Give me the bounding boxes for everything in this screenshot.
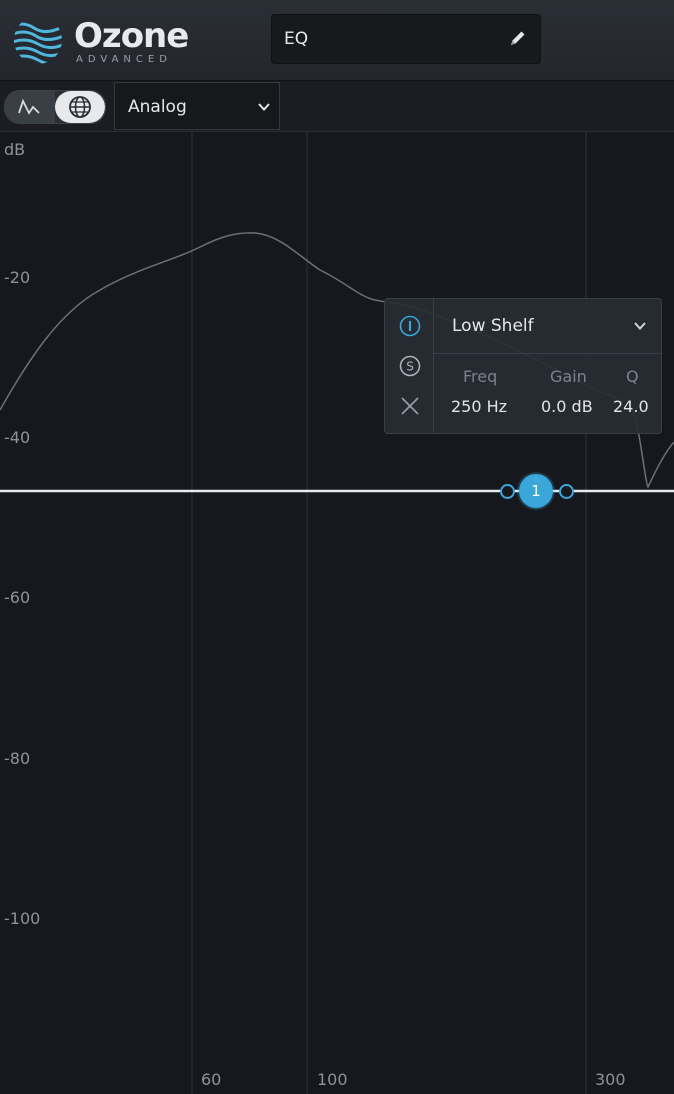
eq-band-node[interactable]: 1 [519,474,553,508]
view-mode-toggle[interactable] [4,90,106,124]
module-name-text: EQ [284,29,309,49]
eq-mode-value: Analog [128,97,187,117]
curve-icon [18,98,40,115]
gain-param-label: Gain [550,367,587,386]
freq-label: 60 [201,1070,222,1089]
globe-icon [69,96,91,118]
db-unit-label: dB [4,140,26,159]
eq-graph-canvas [0,132,674,1094]
db-label: -80 [4,749,31,768]
eq-mode-select[interactable]: Analog [114,82,280,130]
power-icon[interactable] [399,315,421,337]
ozone-logo: Ozone ADVANCED [12,12,189,68]
header-bar: Ozone ADVANCED EQ [0,0,674,81]
q-param-value[interactable]: 24.0 [613,397,649,416]
freq-param-value[interactable]: 250 Hz [451,397,507,416]
band-type-value: Low Shelf [452,316,534,336]
band-type-select[interactable]: Low Shelf [434,299,661,354]
close-icon[interactable] [399,395,421,417]
globe-view-button[interactable] [55,91,105,123]
band-left-handle[interactable] [500,484,515,499]
ozone-logo-icon [14,22,62,64]
module-name-field[interactable]: EQ [271,14,541,64]
freq-param-label: Freq [463,367,498,386]
db-label: -100 [4,909,41,928]
chevron-down-icon [634,322,646,330]
db-label: -60 [4,588,31,607]
app-edition: ADVANCED [76,54,172,65]
band-right-handle[interactable] [559,484,574,499]
eq-graph[interactable]: dB -20 -40 -60 -80 -100 60 100 300 [0,132,674,1094]
pencil-icon[interactable] [508,28,528,48]
solo-icon[interactable]: S [399,355,421,377]
band-popup-controls: S [385,299,434,433]
app-name: Ozone [74,16,189,56]
gain-param-value[interactable]: 0.0 dB [541,397,593,416]
eq-toolbar: Analog [0,81,674,132]
band-popup: S Low Shelf Freq Gain Q 250 Hz 0.0 dB 24… [384,298,662,434]
freq-label: 100 [317,1070,348,1089]
db-label: -40 [4,428,31,447]
chevron-down-icon [258,103,270,111]
curve-view-button[interactable] [5,91,55,123]
q-param-label: Q [626,367,639,386]
svg-text:S: S [406,360,414,374]
db-label: -20 [4,268,31,287]
freq-label: 300 [595,1070,626,1089]
